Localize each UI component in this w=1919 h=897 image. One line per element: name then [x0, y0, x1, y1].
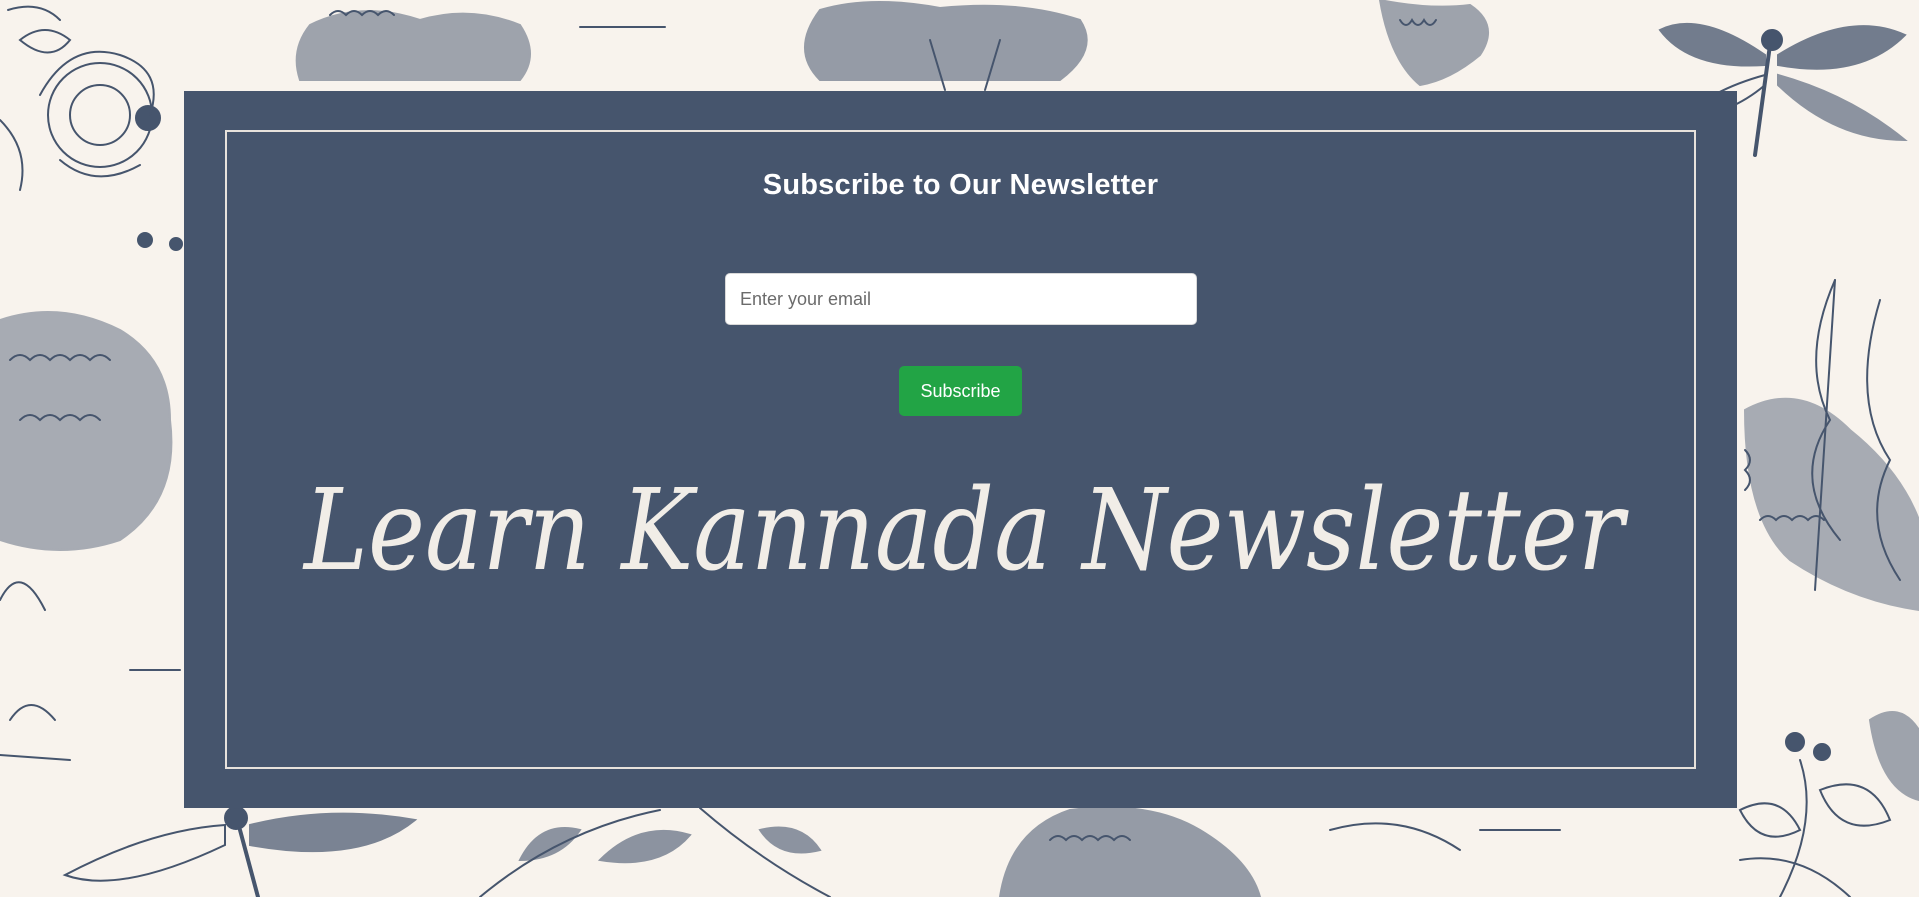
newsletter-heading: Subscribe to Our Newsletter	[762, 169, 1159, 201]
subscribe-button[interactable]: Subscribe	[899, 366, 1022, 416]
tree-illustration	[295, 0, 1489, 91]
email-input[interactable]	[725, 273, 1197, 325]
decorative-frame	[225, 130, 1696, 769]
script-title: Learn Kannada Newsletter	[302, 466, 1629, 596]
tree-illustration	[1743, 279, 1919, 612]
tree-illustration	[0, 311, 181, 761]
newsletter-panel: Subscribe to Our Newsletter Subscribe Le…	[184, 91, 1737, 808]
dragonfly-illustration	[62, 806, 418, 897]
leaf-branch-illustration	[479, 806, 1561, 897]
script-title-text: Learn Kannada Newsletter	[302, 466, 1629, 596]
flower-illustration	[0, 5, 183, 251]
berry-branch-illustration	[1738, 711, 1919, 897]
